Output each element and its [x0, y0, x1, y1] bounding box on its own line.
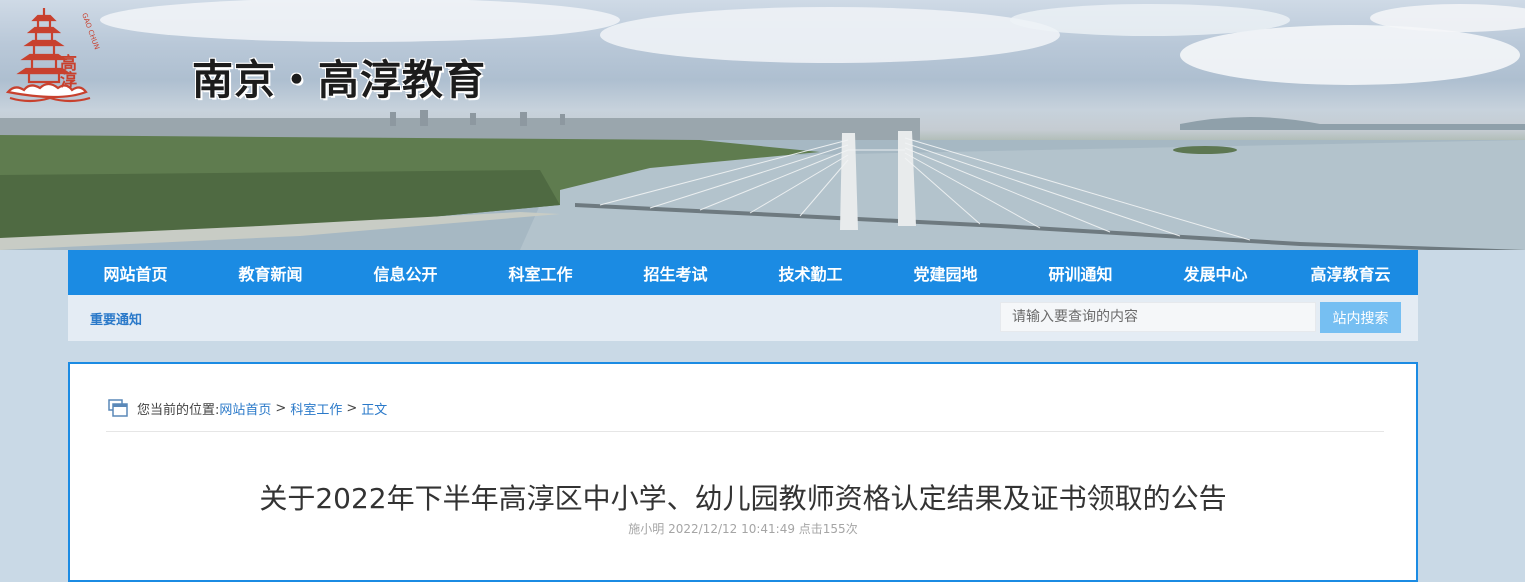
nav-item-education-news[interactable]: 教育新闻 [203, 250, 338, 295]
breadcrumb-separator: > [346, 400, 358, 416]
window-stack-icon [108, 399, 128, 417]
article-meta: 施小明 2022/12/12 10:41:49 点击155次 [628, 522, 858, 536]
svg-text:GAO CHUN: GAO CHUN [80, 12, 100, 51]
breadcrumb: 您当前的位置: 网站首页 > 科室工作 > 正文 [108, 398, 387, 418]
nav-item-party-building[interactable]: 党建园地 [878, 250, 1013, 295]
nav-item-training-notices[interactable]: 研训通知 [1013, 250, 1148, 295]
notice-search-bar: 重要通知 站内搜索 [68, 295, 1418, 341]
article-title: 关于2022年下半年高淳区中小学、幼儿园教师资格认定结果及证书领取的公告 [259, 482, 1227, 515]
important-notice-link[interactable]: 重要通知 [90, 309, 142, 328]
header-banner: GAO CHUN 高淳 南京・高淳教育 [0, 0, 1525, 250]
breadcrumb-prefix: 您当前的位置: [137, 402, 220, 418]
gaochun-pagoda-logo: GAO CHUN 高淳 [5, 8, 100, 103]
breadcrumb-current: 正文 [361, 402, 388, 418]
nav-item-development-center[interactable]: 发展中心 [1148, 250, 1283, 295]
breadcrumb-section-link[interactable]: 科室工作 [290, 399, 342, 418]
nav-item-info-disclosure[interactable]: 信息公开 [338, 250, 473, 295]
site-search-input[interactable] [1000, 302, 1316, 332]
svg-text:高淳: 高淳 [56, 53, 77, 89]
nav-item-education-cloud[interactable]: 高淳教育云 [1283, 250, 1418, 295]
nav-item-admissions-exams[interactable]: 招生考试 [608, 250, 743, 295]
nav-item-home[interactable]: 网站首页 [68, 250, 203, 295]
banner-landscape-image [0, 0, 1525, 250]
breadcrumb-home-link[interactable]: 网站首页 [219, 399, 271, 418]
site-search-button[interactable]: 站内搜索 [1320, 302, 1401, 333]
article-panel: 您当前的位置: 网站首页 > 科室工作 > 正文 关于2022年下半年高淳区中小… [68, 362, 1418, 582]
breadcrumb-divider [106, 431, 1384, 432]
site-title: 南京・高淳教育 [192, 56, 486, 104]
breadcrumb-separator: > [275, 400, 287, 416]
nav-item-department-work[interactable]: 科室工作 [473, 250, 608, 295]
main-nav: 网站首页 教育新闻 信息公开 科室工作 招生考试 技术勤工 党建园地 研训通知 … [68, 250, 1418, 295]
nav-item-tech-logistics[interactable]: 技术勤工 [743, 250, 878, 295]
